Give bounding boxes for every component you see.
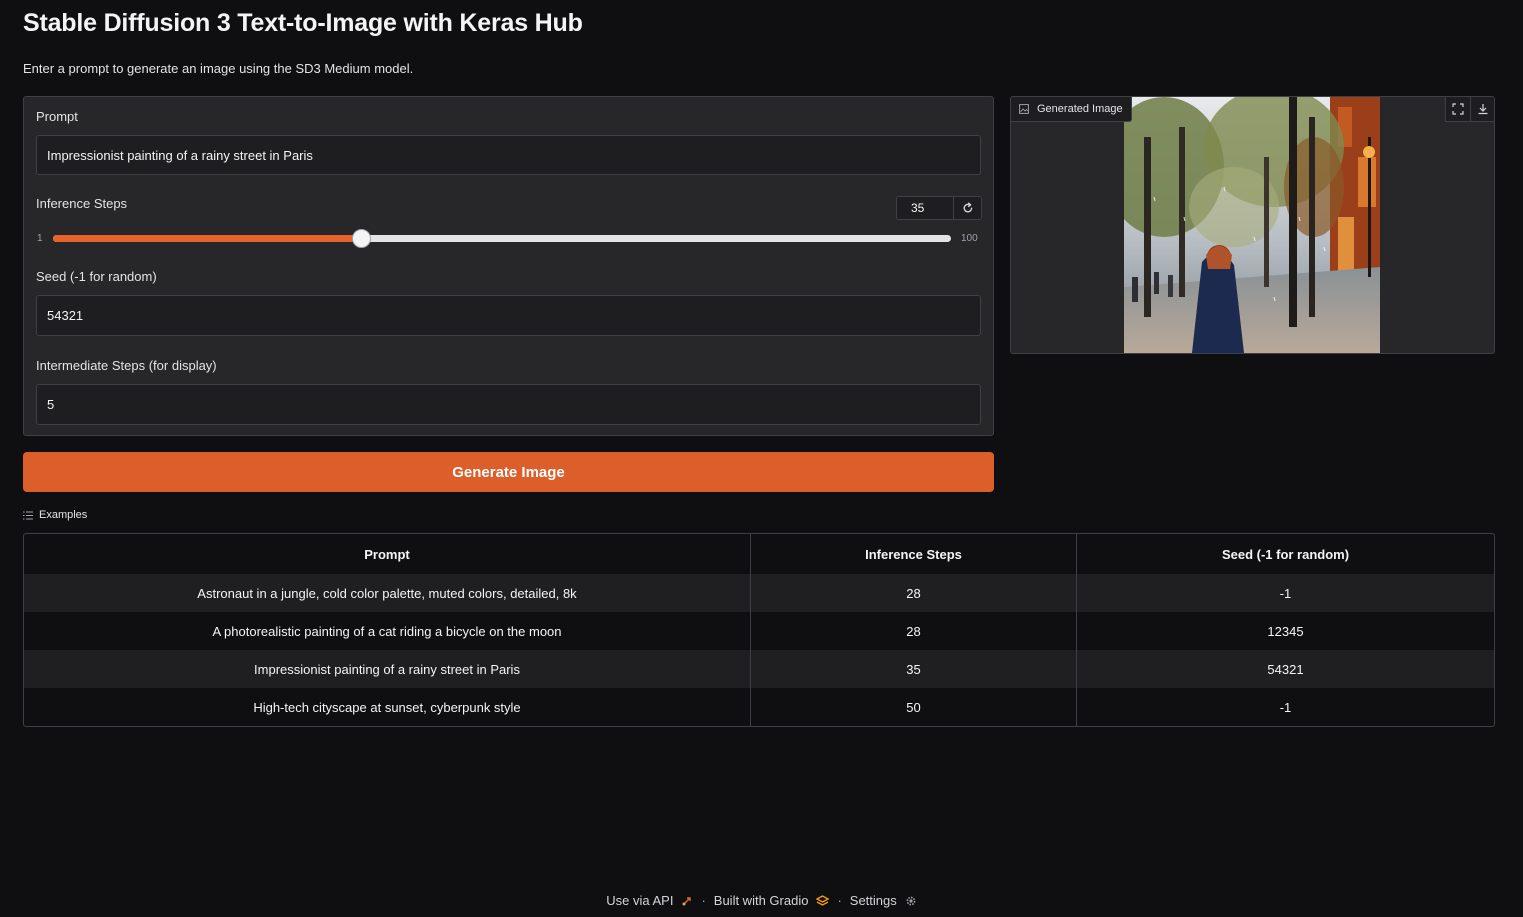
image-toolbar [1445,97,1494,122]
example-row[interactable]: Impressionist painting of a rainy street… [24,650,1494,688]
settings-link[interactable]: Settings [850,893,897,908]
example-row[interactable]: A photorealistic painting of a cat ridin… [24,612,1494,650]
example-seed-cell: -1 [1279,585,1292,601]
slider-max-label: 100 [961,233,978,244]
output-image-panel: Generated Image [1010,96,1495,354]
download-glyph [1478,104,1487,115]
gradio-logo-icon [816,894,830,906]
slider-min-label: 1 [37,233,43,244]
fullscreen-glyph [1452,103,1464,115]
footer-separator: · [701,893,706,908]
output-label: Generated Image [1011,97,1132,122]
example-prompt-cell: A photorealistic painting of a cat ridin… [24,612,751,650]
example-steps-cell: 28 [751,574,1077,612]
inference-steps-number: 35 [896,196,982,220]
example-prompt-cell: Impressionist painting of a rainy street… [24,650,751,688]
intermediate-steps-input[interactable]: 5 [36,384,981,425]
prompt-input[interactable]: Impressionist painting of a rainy street… [36,135,981,175]
slider-fill [53,235,362,242]
reset-icon[interactable] [954,197,981,219]
example-row[interactable]: Astronaut in a jungle, cold color palett… [24,574,1494,612]
generate-button[interactable]: Generate Image [23,452,994,492]
use-via-api-link[interactable]: Use via API [606,893,673,908]
generated-image [1124,97,1380,353]
seed-input[interactable]: 54321 [36,295,981,336]
app-page: Stable Diffusion 3 Text-to-Image with Ke… [0,0,1523,917]
built-with-gradio-link[interactable]: Built with Gradio [714,893,809,908]
input-panel: Prompt Impressionist painting of a rainy… [23,96,994,436]
example-row[interactable]: High-tech cityscape at sunset, cyberpunk… [24,688,1494,726]
example-seed-cell: 12345 [1267,623,1304,639]
inference-steps-slider[interactable] [53,229,951,248]
example-prompt-cell: Astronaut in a jungle, cold color palett… [24,574,751,612]
fullscreen-icon[interactable] [1446,97,1470,121]
example-seed-cell: 54321 [1267,661,1304,677]
examples-table: Prompt Inference Steps Seed (-1 for rand… [23,533,1495,727]
list-icon [23,511,33,519]
footer: Use via API · Built with Gradio · Settin… [0,893,1523,908]
prompt-label: Prompt [36,109,78,124]
inference-steps-label: Inference Steps [36,196,128,211]
inference-steps-number-input[interactable]: 35 [897,197,954,219]
slider-thumb[interactable] [352,229,372,248]
intermediate-steps-label: Intermediate Steps (for display) [36,358,217,373]
examples-label: Examples [39,509,88,521]
gear-icon[interactable] [905,895,917,907]
column-header: Inference Steps [751,534,1077,574]
example-seed-cell: -1 [1279,699,1292,715]
examples-header-row: Prompt Inference Steps Seed (-1 for rand… [24,534,1494,574]
download-icon[interactable] [1470,97,1494,121]
reset-arrow-glyph [963,202,972,213]
example-prompt-cell: High-tech cityscape at sunset, cyberpunk… [24,688,751,726]
seed-label: Seed (-1 for random) [36,269,157,284]
footer-separator: · [837,893,842,908]
rocket-icon [682,896,692,905]
examples-header: Examples [23,509,87,521]
output-label-text: Generated Image [1037,103,1123,115]
example-steps-cell: 28 [751,612,1077,650]
example-steps-cell: 35 [751,650,1077,688]
column-header: Prompt [24,534,751,574]
column-header: Seed (-1 for random) [1221,546,1350,562]
example-steps-cell: 50 [751,688,1077,726]
page-title: Stable Diffusion 3 Text-to-Image with Ke… [23,9,583,37]
page-subtitle: Enter a prompt to generate an image usin… [23,61,414,76]
image-icon [1019,104,1029,114]
